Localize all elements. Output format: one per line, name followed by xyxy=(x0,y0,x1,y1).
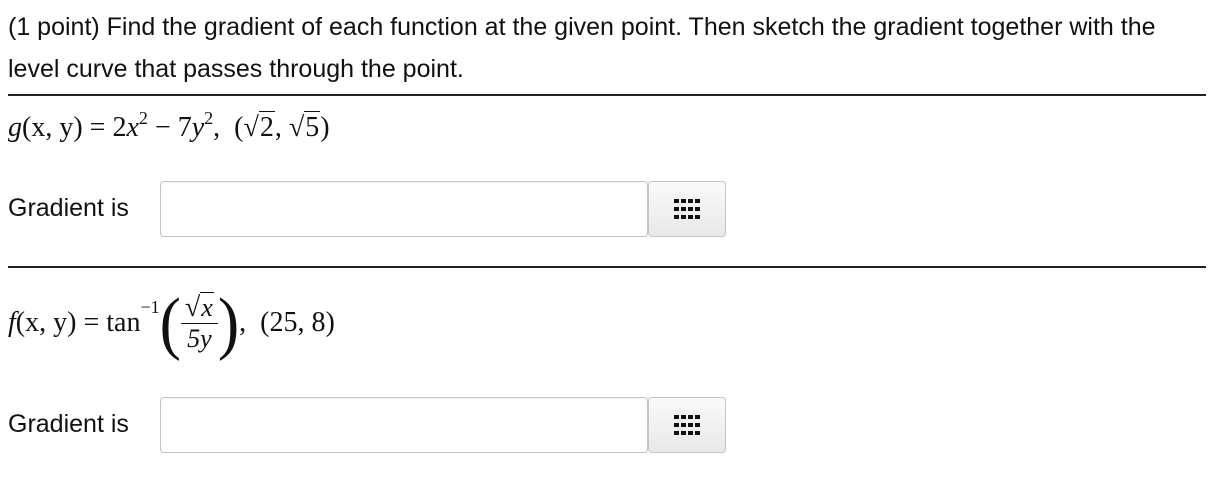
fraction-numerator: √x xyxy=(180,291,218,324)
sqrt-2-radicand: 2 xyxy=(258,111,275,143)
numerator-radicand: x xyxy=(200,291,214,322)
divider xyxy=(8,266,1206,268)
problem-statement: (1 point) Find the gradient of each func… xyxy=(8,13,1156,83)
grid-dots-icon xyxy=(674,415,700,435)
sqrt-5-radicand: 5 xyxy=(304,111,321,143)
gradient-label-1: Gradient is xyxy=(8,194,129,222)
function-args: (x, y) xyxy=(22,112,83,143)
fraction: √x 5y xyxy=(180,291,218,354)
expression-comma: , xyxy=(239,307,247,338)
equation-palette-button-2[interactable] xyxy=(648,397,726,453)
function-g-expression: g(x, y) = 2x2 − 7y2, (√2, √5) xyxy=(8,108,330,144)
function-f-expression: f (x, y) = tan −1 ( √x 5y ), (25, 8) xyxy=(8,278,335,368)
fraction-denominator: 5y xyxy=(187,323,212,353)
gradient-input-2[interactable] xyxy=(160,397,648,453)
left-paren: ( xyxy=(159,283,181,362)
term2-exponent: 2 xyxy=(204,108,214,128)
function-name: g xyxy=(8,112,22,143)
right-paren: ) xyxy=(217,283,240,362)
divider xyxy=(8,94,1206,96)
term1-exponent: 2 xyxy=(138,108,148,128)
point-close-paren: ) xyxy=(320,112,330,143)
term2-coefficient: 7 xyxy=(177,112,192,143)
equals-sign: = xyxy=(83,307,100,338)
sqrt-5: √5 xyxy=(288,111,321,143)
equals-sign: = xyxy=(89,112,106,143)
point-open-paren: ( xyxy=(234,112,244,143)
function-exponent: −1 xyxy=(140,296,160,317)
gradient-label-2: Gradient is xyxy=(8,410,129,438)
function-tan: tan xyxy=(106,307,141,338)
equation-palette-button-1[interactable] xyxy=(648,181,726,237)
function-name: f xyxy=(8,307,16,338)
sqrt-2: √2 xyxy=(243,111,275,143)
term1-coefficient: 2 xyxy=(112,112,127,143)
expression-comma: , xyxy=(213,112,221,143)
term1-variable: x xyxy=(126,112,139,143)
minus-sign: − xyxy=(154,112,171,143)
function-args: (x, y) xyxy=(15,307,77,338)
point-separator: , xyxy=(274,112,289,143)
term2-variable: y xyxy=(191,112,205,143)
gradient-input-1[interactable] xyxy=(160,181,648,237)
grid-dots-icon xyxy=(674,199,700,219)
given-point: (25, 8) xyxy=(260,307,335,338)
